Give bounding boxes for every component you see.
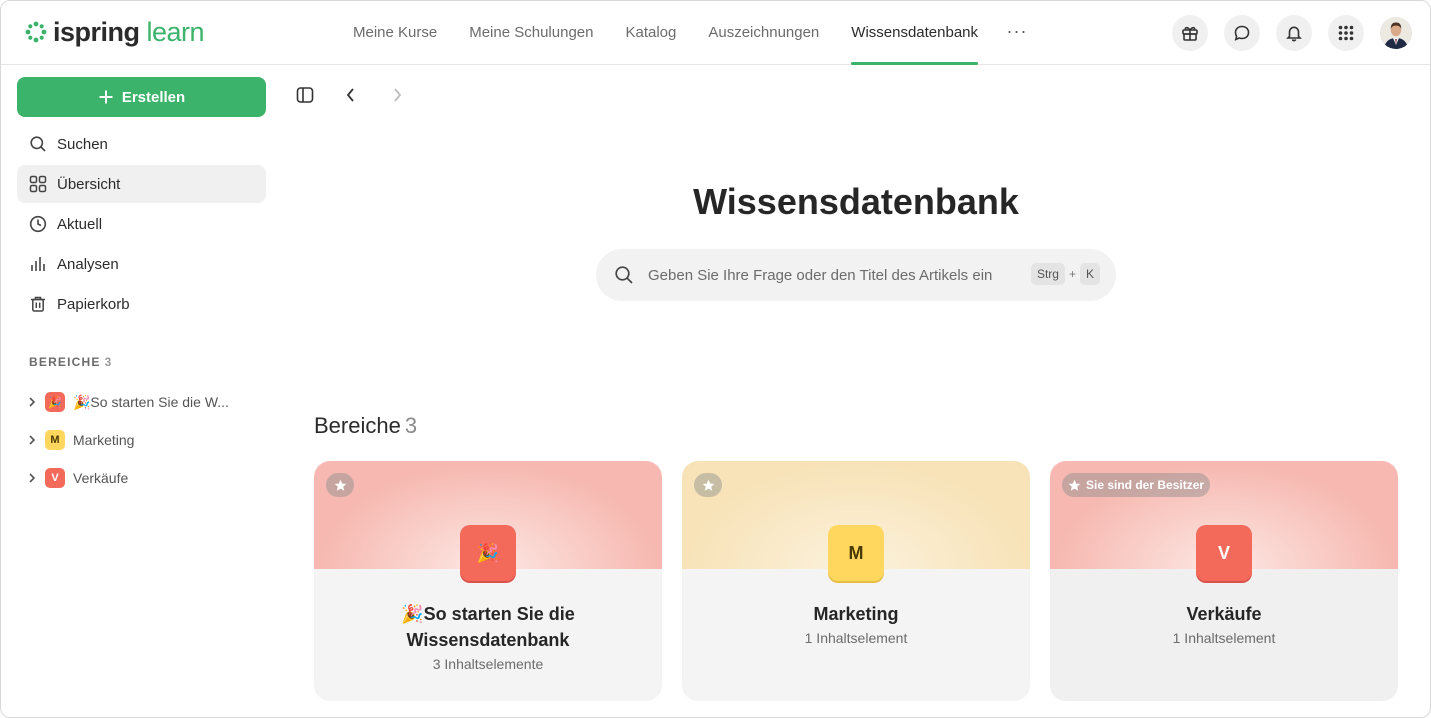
area-label: Marketing	[73, 432, 135, 448]
shortcut-key-k: K	[1079, 263, 1100, 285]
sidebar-item-label: Papierkorb	[57, 295, 130, 313]
areas-heading: Bereiche 3	[314, 413, 417, 439]
forward-button[interactable]	[381, 79, 413, 111]
gift-icon	[1182, 26, 1198, 41]
area-card-marketing[interactable]: M Marketing 1 Inhaltselement	[682, 461, 1030, 701]
apps-button[interactable]	[1328, 15, 1364, 51]
area-label: Verkäufe	[73, 470, 129, 486]
area-item-start[interactable]: 🎉 🎉So starten Sie die W...	[25, 383, 265, 421]
card-subtitle: 3 Inhaltselemente	[432, 656, 544, 672]
area-item-verkaeufe[interactable]: V Verkäufe	[25, 459, 265, 497]
logo-icon	[25, 21, 47, 43]
areas-section-label: BEREICHE	[29, 355, 101, 369]
sidebar-item-label: Suchen	[57, 135, 108, 153]
areas-heading-label: Bereiche	[314, 413, 401, 438]
sidebar-item-label: Übersicht	[57, 175, 121, 193]
card-icon: M	[828, 525, 884, 581]
chevron-right-icon[interactable]	[25, 472, 39, 484]
area-item-marketing[interactable]: M Marketing	[25, 421, 265, 459]
chevron-right-icon[interactable]	[25, 434, 39, 446]
nav-meine-schulungen[interactable]: Meine Schulungen	[453, 1, 609, 65]
logo[interactable]: ispring learn	[25, 17, 205, 47]
plus-icon	[99, 90, 113, 104]
chat-icon	[1234, 25, 1250, 41]
sidebar-item-papierkorb[interactable]: Papierkorb	[17, 285, 266, 323]
areas-section-title: BEREICHE 3	[29, 355, 113, 369]
card-subtitle: 1 Inhaltselement	[804, 630, 908, 646]
area-badge: 🎉	[45, 392, 65, 412]
sidebar-item-uebersicht[interactable]: Übersicht	[17, 165, 266, 203]
sidebar-menu: Suchen Übersicht Aktuell Analysen Papier…	[17, 125, 266, 325]
avatar[interactable]	[1380, 17, 1412, 49]
areas-heading-count: 3	[404, 413, 418, 438]
create-button-label: Erstellen	[121, 88, 186, 106]
clock-icon	[29, 215, 47, 233]
nav-meine-kurse[interactable]: Meine Kurse	[337, 1, 453, 65]
logo-secondary: learn	[146, 17, 205, 47]
app-window: ispring learn Meine Kurse Meine Schulung…	[0, 0, 1431, 718]
gift-button[interactable]	[1172, 15, 1208, 51]
card-title: Verkäufe	[1186, 604, 1262, 624]
main-nav: Meine Kurse Meine Schulungen Katalog Aus…	[337, 1, 1040, 65]
owner-badge-label: Sie sind der Besitzer	[1086, 478, 1205, 492]
top-bar: ispring learn Meine Kurse Meine Schulung…	[1, 1, 1430, 65]
star-icon	[1068, 479, 1081, 491]
logo-primary: ispring	[53, 17, 140, 47]
chevron-left-icon	[346, 88, 354, 102]
bell-icon	[1286, 26, 1302, 42]
area-badge: M	[45, 430, 65, 450]
area-card-start[interactable]: 🎉 🎉So starten Sie die Wissensdatenbank 3…	[314, 461, 662, 701]
page-title: Wissensdatenbank	[693, 181, 1019, 222]
notifications-button[interactable]	[1276, 15, 1312, 51]
sidebar-item-label: Aktuell	[57, 215, 103, 233]
nav-wissensdatenbank[interactable]: Wissensdatenbank	[835, 1, 994, 65]
nav-more-button[interactable]: ···	[994, 1, 1040, 65]
area-badge: V	[45, 468, 65, 488]
create-button[interactable]: Erstellen	[17, 77, 266, 117]
user-avatar-icon	[1380, 17, 1412, 49]
favorite-button[interactable]	[694, 473, 722, 497]
search-icon	[30, 136, 46, 152]
sidebar: Erstellen Suchen Übersicht Aktuell Analy…	[1, 65, 281, 717]
card-title: 🎉So starten Sie die Wissensdatenbank	[401, 604, 575, 650]
area-cards: 🎉 🎉So starten Sie die Wissensdatenbank 3…	[314, 461, 1398, 701]
content-toolbar	[289, 79, 413, 111]
card-icon: V	[1196, 525, 1252, 581]
star-icon	[334, 479, 346, 491]
apps-grid-icon	[1338, 25, 1354, 41]
search-shortcut: Strg + K	[1030, 263, 1100, 285]
areas-section-count: 3	[104, 355, 113, 369]
nav-katalog[interactable]: Katalog	[609, 1, 692, 65]
sidebar-item-aktuell[interactable]: Aktuell	[17, 205, 266, 243]
sidebar-item-label: Analysen	[57, 255, 119, 273]
top-actions	[1172, 15, 1412, 51]
sidebar-item-analysen[interactable]: Analysen	[17, 245, 266, 283]
trash-icon	[31, 296, 45, 312]
knowledge-search[interactable]: Strg + K	[596, 249, 1116, 301]
area-label: 🎉So starten Sie die W...	[73, 393, 229, 410]
shortcut-key-ctrl: Strg	[1030, 263, 1065, 285]
favorite-button[interactable]	[326, 473, 354, 497]
nav-auszeichnungen[interactable]: Auszeichnungen	[692, 1, 835, 65]
logo-text: ispring learn	[53, 17, 205, 47]
chat-button[interactable]	[1224, 15, 1260, 51]
grid-icon	[29, 175, 47, 193]
card-title: Marketing	[813, 604, 899, 624]
sidebar-toggle-icon	[296, 87, 314, 103]
bar-chart-icon	[31, 257, 45, 271]
back-button[interactable]	[335, 79, 367, 111]
search-icon	[615, 266, 633, 284]
card-icon: 🎉	[460, 525, 516, 581]
search-input[interactable]	[648, 266, 1008, 284]
favorite-button[interactable]: Sie sind der Besitzer	[1062, 473, 1211, 497]
area-card-verkaeufe[interactable]: Sie sind der Besitzer V Verkäufe 1 Inhal…	[1050, 461, 1398, 701]
chevron-right-icon[interactable]	[25, 396, 39, 408]
areas-tree: 🎉 🎉So starten Sie die W... M Marketing V…	[25, 383, 265, 497]
chevron-right-icon	[394, 88, 402, 102]
toggle-sidebar-button[interactable]	[289, 79, 321, 111]
shortcut-plus: +	[1068, 267, 1076, 281]
star-icon	[702, 479, 714, 491]
sidebar-item-suchen[interactable]: Suchen	[17, 125, 266, 163]
card-subtitle: 1 Inhaltselement	[1172, 630, 1276, 646]
